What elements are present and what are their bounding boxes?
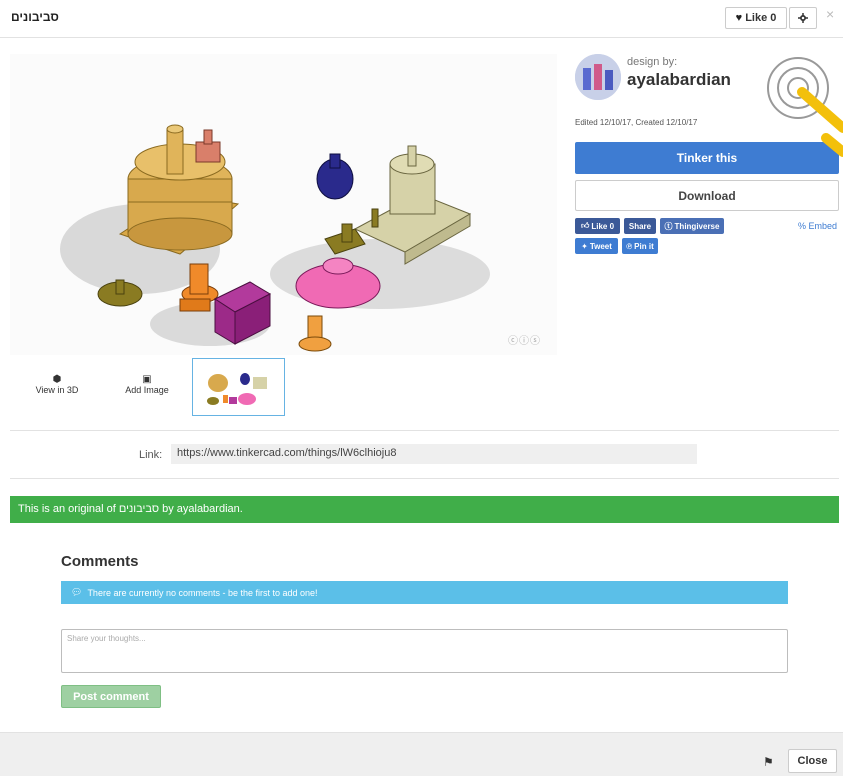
comments-info-bar: 💬︎ There are currently no comments - be …: [61, 581, 788, 604]
view-in-3d-button[interactable]: ⬢ View in 3D: [22, 374, 92, 395]
pin-it-button[interactable]: ℗ Pin it: [622, 238, 658, 254]
design-preview-image[interactable]: [10, 54, 557, 355]
pinterest-icon: ℗: [626, 241, 633, 251]
link-icon: %: [798, 221, 807, 231]
dialog-close-icon[interactable]: ×: [826, 6, 834, 22]
like-label: Like: [745, 12, 768, 24]
comments-info-text: There are currently no comments - be the…: [87, 587, 318, 598]
add-image-button[interactable]: ▣ Add Image: [112, 374, 182, 395]
speech-bubble-icon: 💬︎: [71, 587, 83, 597]
footer: ⚑ Close: [0, 732, 843, 776]
avatar-image: [575, 54, 621, 100]
thumbnail-image: [207, 373, 267, 405]
facebook-share-button[interactable]: Share: [624, 218, 656, 234]
download-button[interactable]: Download: [575, 180, 839, 211]
original-notice: This is an original of סביבונים by ayala…: [10, 496, 839, 523]
view-in-3d-label: View in 3D: [35, 385, 79, 395]
embed-link[interactable]: % Embed: [798, 221, 837, 231]
tweet-button[interactable]: ✦ Tweet: [575, 238, 618, 254]
comments-title: Comments: [61, 553, 139, 570]
divider: [10, 478, 839, 479]
thumbnail-selected[interactable]: [192, 358, 285, 416]
dreidels-render: [60, 124, 490, 352]
link-url-field[interactable]: https://www.tinkercad.com/things/lW6clhi…: [171, 444, 697, 464]
like-button[interactable]: ♥ Like 0: [725, 7, 787, 29]
settings-button[interactable]: [789, 7, 817, 29]
thingiverse-icon: ⓣ: [664, 221, 673, 231]
touch-pointer-icon: [767, 57, 843, 157]
close-button[interactable]: Close: [788, 749, 837, 773]
comment-input[interactable]: [61, 629, 788, 673]
add-image-label: Add Image: [125, 385, 169, 395]
thumbnail-strip: ⬢ View in 3D ▣ Add Image: [10, 358, 557, 418]
edited-date: Edited 12/10/17, Created 12/10/17: [575, 118, 698, 127]
like-count: 0: [770, 12, 777, 24]
cube-icon: ⬢: [52, 374, 62, 385]
license-icons: ⓒⓘⓢ: [508, 336, 541, 347]
page-title: סביבונים: [11, 10, 59, 24]
flag-icon[interactable]: ⚑: [763, 755, 774, 769]
avatar[interactable]: [575, 54, 621, 100]
facebook-like-button[interactable]: 👍︎ Like 0: [575, 218, 620, 234]
thumbs-up-icon: 👍︎: [580, 221, 590, 230]
post-comment-button[interactable]: Post comment: [61, 685, 161, 708]
gear-icon: [798, 13, 808, 23]
author-name[interactable]: ayalabardian: [627, 70, 731, 90]
twitter-icon: ✦: [581, 241, 588, 251]
link-label: Link:: [139, 449, 163, 461]
design-by-label: design by:: [627, 56, 678, 68]
image-icon: ▣: [142, 374, 152, 385]
thingiverse-button[interactable]: ⓣ Thingiverse: [660, 218, 724, 234]
heart-icon: ♥: [735, 12, 743, 24]
top-bar: סביבונים ♥ Like 0 ×: [0, 0, 843, 38]
divider: [10, 430, 839, 431]
